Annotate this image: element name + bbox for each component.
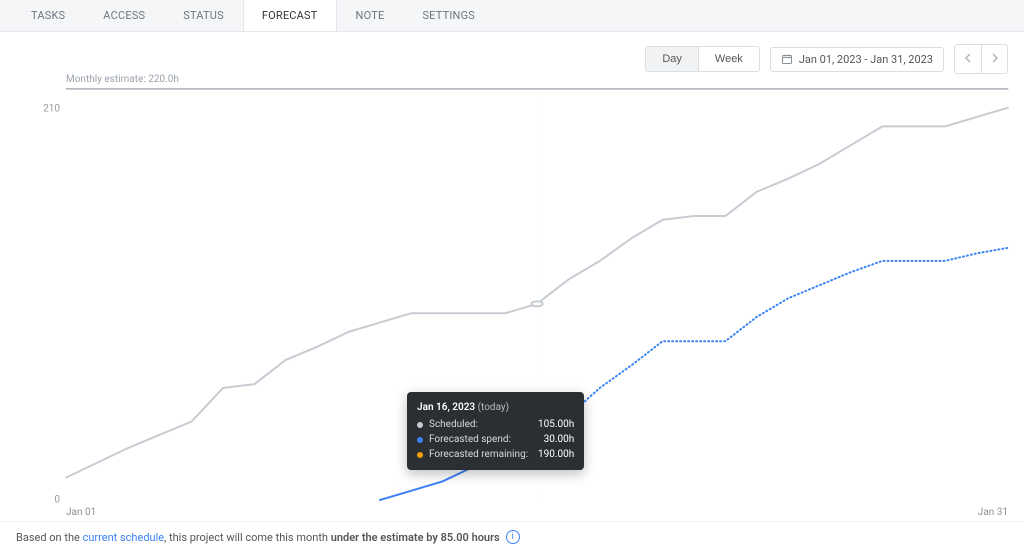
date-range-label: Jan 01, 2023 - Jan 31, 2023: [799, 53, 933, 66]
footer-mid: , this project will come this month: [164, 531, 331, 544]
tab-tasks[interactable]: TASKS: [12, 0, 84, 31]
tab-status[interactable]: STATUS: [164, 0, 243, 31]
footer-pre: Based on the: [16, 531, 83, 544]
plot-area[interactable]: Jan 16, 2023 (today) Scheduled: 105.00h …: [66, 88, 1008, 500]
monthly-estimate-label: Monthly estimate: 220.0h: [66, 74, 179, 85]
chart-tooltip: Jan 16, 2023 (today) Scheduled: 105.00h …: [407, 392, 584, 470]
x-tick-end: Jan 31: [978, 507, 1008, 518]
chevron-right-icon: [991, 53, 999, 63]
tabs: TASKS ACCESS STATUS FORECAST NOTE SETTIN…: [0, 0, 1024, 32]
tooltip-dot-scheduled: [417, 422, 423, 428]
tooltip-date: Jan 16, 2023: [417, 402, 475, 413]
tooltip-today: (today): [478, 402, 510, 413]
date-prev-button[interactable]: [955, 45, 981, 73]
calendar-icon: [781, 53, 793, 65]
date-next-button[interactable]: [981, 45, 1007, 73]
granularity-toggle: Day Week: [645, 46, 759, 72]
tooltip-row-scheduled: Scheduled: 105.00h: [417, 417, 574, 432]
tooltip-dot-forecasted-spend: [417, 437, 423, 443]
page: TASKS ACCESS STATUS FORECAST NOTE SETTIN…: [0, 0, 1024, 552]
tab-forecast[interactable]: FORECAST: [243, 0, 337, 31]
tooltip-row-forecasted-spend: Forecasted spend: 30.00h: [417, 432, 574, 447]
footer-schedule-link[interactable]: current schedule: [83, 531, 165, 544]
tab-settings[interactable]: SETTINGS: [403, 0, 494, 31]
footer-message: Based on the current schedule, this proj…: [0, 521, 1024, 552]
tooltip-dot-forecasted-remaining: [417, 452, 423, 458]
chart: Monthly estimate: 220.0h 210 0 Jan 16, 2…: [16, 88, 1008, 518]
chevron-left-icon: [964, 53, 972, 63]
info-icon[interactable]: i: [506, 530, 520, 544]
granularity-week[interactable]: Week: [698, 47, 759, 71]
x-tick-start: Jan 01: [66, 507, 96, 518]
tab-note[interactable]: NOTE: [337, 0, 404, 31]
tab-access[interactable]: ACCESS: [84, 0, 164, 31]
date-nav: [954, 44, 1008, 74]
tooltip-row-forecasted-remaining: Forecasted remaining: 190.00h: [417, 447, 574, 462]
y-tick-210: 210: [16, 104, 60, 115]
footer-emphasis: under the estimate by 85.00 hours: [331, 531, 500, 544]
y-tick-0: 0: [16, 495, 60, 506]
granularity-day[interactable]: Day: [646, 47, 698, 71]
chart-controls: Day Week Jan 01, 2023 - Jan 31, 2023: [0, 32, 1024, 74]
date-range-picker[interactable]: Jan 01, 2023 - Jan 31, 2023: [770, 47, 944, 72]
